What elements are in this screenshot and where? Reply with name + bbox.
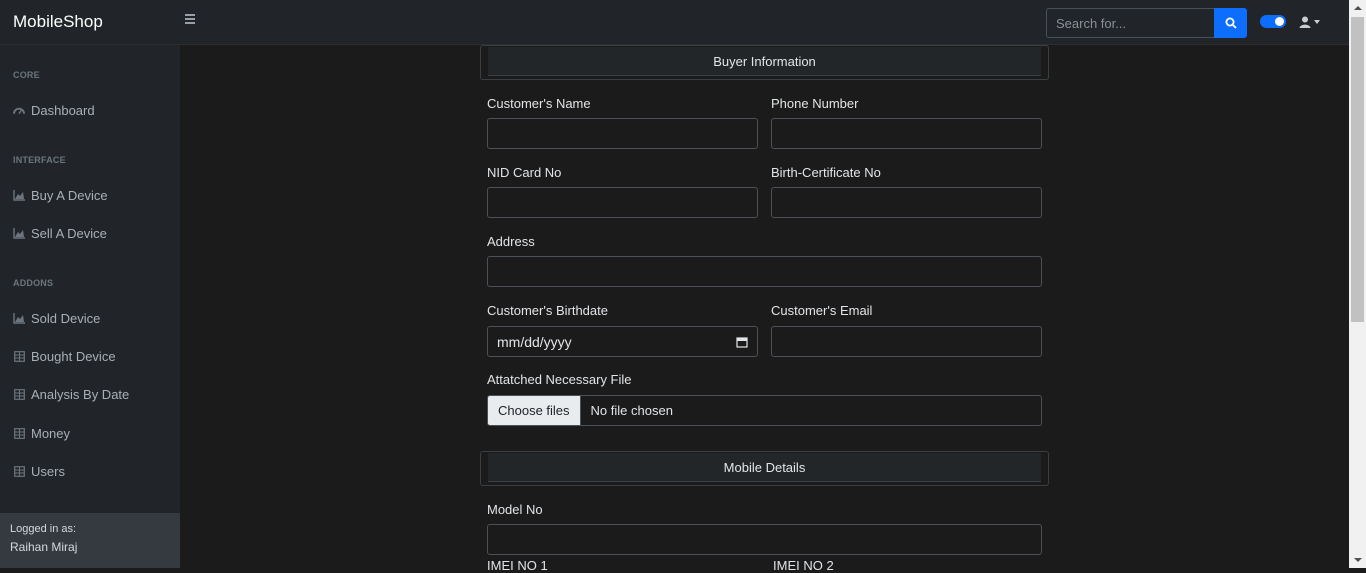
model-no-label: Model No xyxy=(487,502,543,517)
sidebar-item-buy-device[interactable]: Buy A Device xyxy=(13,188,108,203)
address-input[interactable] xyxy=(487,256,1042,287)
sidebar-item-label: Buy A Device xyxy=(31,188,108,203)
section-title: Mobile Details xyxy=(488,453,1041,482)
table-icon xyxy=(13,389,25,401)
logged-in-user: Raihan Miraj xyxy=(10,540,78,554)
birthdate-label: Customer's Birthdate xyxy=(487,303,608,318)
table-icon xyxy=(13,428,25,440)
birthdate-input[interactable]: mm/dd/yyyy xyxy=(487,326,758,357)
sidebar-item-sold-device[interactable]: Sold Device xyxy=(13,311,100,326)
user-dropdown[interactable] xyxy=(1299,15,1325,29)
phone-number-input[interactable] xyxy=(771,118,1042,149)
sidebar: CORE Dashboard INTERFACE Buy A Device Se… xyxy=(0,45,180,568)
sidebar-heading-interface: INTERFACE xyxy=(13,155,66,165)
choose-files-button[interactable]: Choose files xyxy=(488,396,581,425)
sidebar-item-bought-device[interactable]: Bought Device xyxy=(13,349,116,364)
scroll-down-arrow-icon[interactable] xyxy=(1354,558,1362,562)
sidebar-item-label: Analysis By Date xyxy=(31,387,130,402)
customer-email-label: Customer's Email xyxy=(771,303,873,318)
sidebar-item-dashboard[interactable]: Dashboard xyxy=(13,103,95,118)
sidebar-item-money[interactable]: Money xyxy=(13,426,70,441)
chart-area-icon xyxy=(13,313,25,325)
logged-in-label: Logged in as: xyxy=(10,523,77,535)
model-no-input[interactable] xyxy=(487,524,1042,555)
nid-card-label: NID Card No xyxy=(487,165,562,180)
dashboard-icon xyxy=(13,105,25,117)
user-icon xyxy=(1299,16,1311,28)
buyer-information-header: Buyer Information xyxy=(480,45,1049,80)
customer-name-label: Customer's Name xyxy=(487,96,591,111)
sidebar-item-label: Sell A Device xyxy=(31,226,107,241)
chevron-down-icon xyxy=(1314,20,1320,24)
search-button[interactable] xyxy=(1214,8,1247,38)
sidebar-item-label: Bought Device xyxy=(31,349,116,364)
sidebar-item-label: Sold Device xyxy=(31,311,101,326)
search-input[interactable] xyxy=(1046,8,1214,38)
address-label: Address xyxy=(487,234,535,249)
customer-email-input[interactable] xyxy=(771,326,1042,357)
chart-area-icon xyxy=(13,228,25,240)
scrollbar-thumb[interactable] xyxy=(1351,17,1364,322)
sidebar-item-users[interactable]: Users xyxy=(13,464,65,479)
sidebar-item-sell-device[interactable]: Sell A Device xyxy=(13,226,107,241)
birth-certificate-label: Birth-Certificate No xyxy=(771,165,881,180)
sidebar-item-analysis-by-date[interactable]: Analysis By Date xyxy=(13,387,129,402)
nid-card-input[interactable] xyxy=(487,187,758,218)
birth-certificate-input[interactable] xyxy=(771,187,1042,218)
calendar-icon[interactable] xyxy=(736,336,748,348)
phone-number-label: Phone Number xyxy=(771,96,859,111)
page-scrollbar[interactable] xyxy=(1349,0,1366,568)
file-status-text: No file chosen xyxy=(590,403,673,418)
sidebar-footer: Logged in as: Raihan Miraj xyxy=(0,513,180,568)
sidebar-item-label: Money xyxy=(31,426,71,441)
sidebar-heading-addons: ADDONS xyxy=(13,278,54,288)
hamburger-icon xyxy=(185,14,195,16)
theme-toggle-switch[interactable] xyxy=(1260,15,1286,28)
mobile-details-header: Mobile Details xyxy=(480,451,1049,486)
sidebar-toggle-button[interactable] xyxy=(185,14,199,28)
sidebar-item-label: Dashboard xyxy=(31,103,95,118)
customer-name-input[interactable] xyxy=(487,118,758,149)
search-group xyxy=(1046,8,1247,38)
file-input[interactable]: Choose files No file chosen xyxy=(487,395,1042,426)
section-title: Buyer Information xyxy=(488,47,1041,76)
imei-2-label: IMEI NO 2 xyxy=(773,558,834,573)
sidebar-item-label: Users xyxy=(31,464,65,479)
table-icon xyxy=(13,466,25,478)
chart-area-icon xyxy=(13,190,25,202)
top-navbar: MobileShop xyxy=(0,0,1349,45)
attached-file-label: Attatched Necessary File xyxy=(487,372,632,387)
scroll-up-arrow-icon[interactable] xyxy=(1354,6,1362,10)
search-icon xyxy=(1225,17,1237,29)
imei-1-label: IMEI NO 1 xyxy=(487,558,548,573)
sidebar-heading-core: CORE xyxy=(13,70,40,80)
brand-link[interactable]: MobileShop xyxy=(13,12,103,32)
birthdate-placeholder: mm/dd/yyyy xyxy=(497,333,572,350)
table-icon xyxy=(13,351,25,363)
